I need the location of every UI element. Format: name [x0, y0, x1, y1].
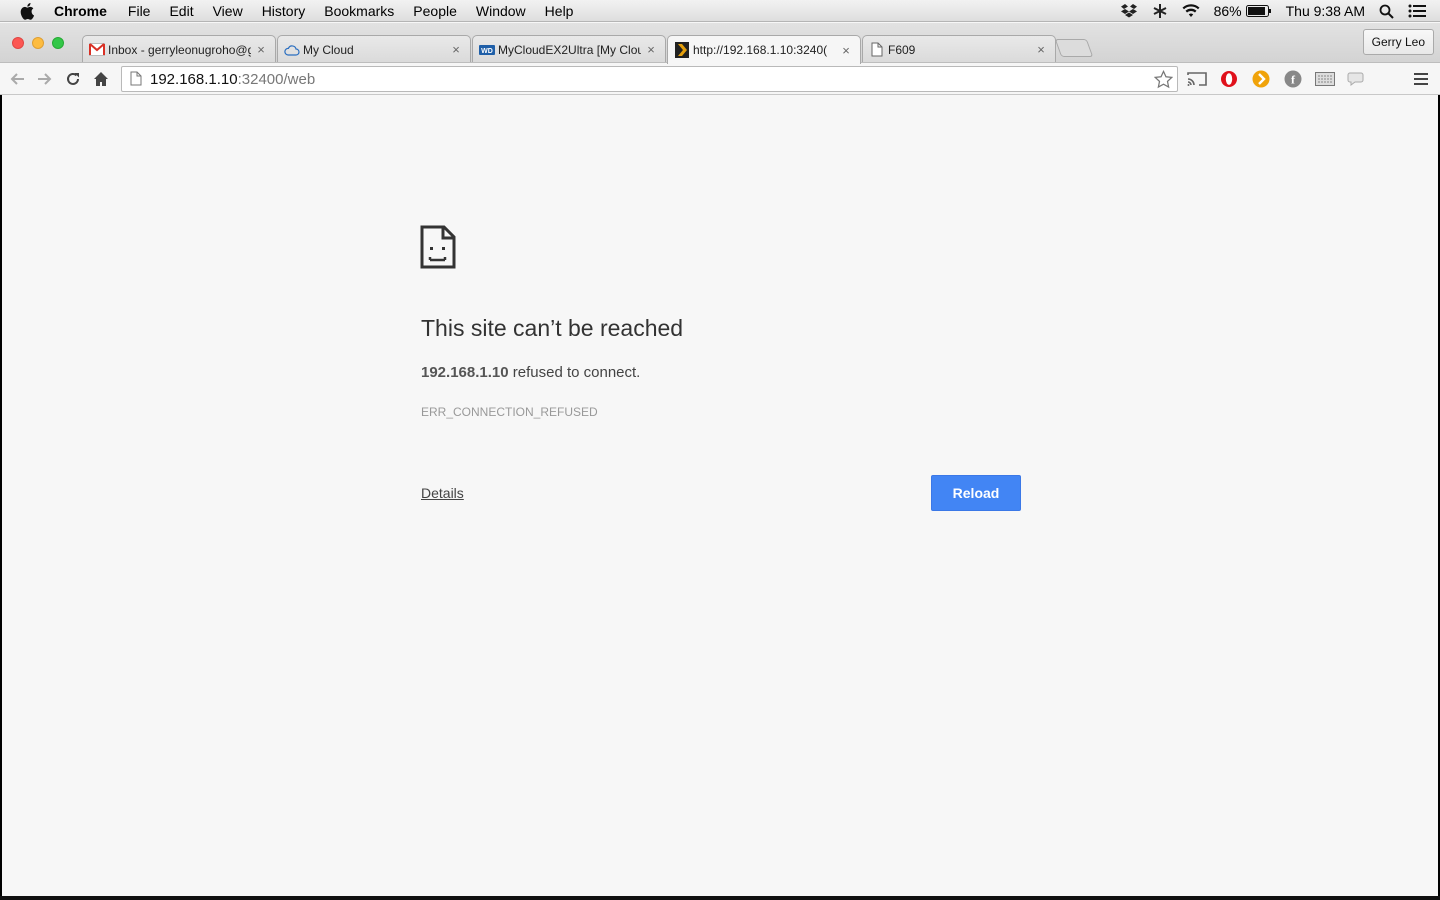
spotlight-icon[interactable] [1379, 4, 1394, 19]
error-message-suffix: refused to connect. [508, 364, 641, 381]
chrome-menu-icon[interactable] [1410, 68, 1432, 90]
battery-percent: 86% [1213, 3, 1242, 19]
plex-extension-icon[interactable] [1250, 68, 1272, 90]
error-title: This site can’t be reached [421, 315, 684, 341]
wifi-icon[interactable] [1182, 4, 1200, 18]
url-path: :32400/web [237, 70, 316, 88]
menu-people[interactable]: People [413, 3, 457, 19]
page-icon [869, 42, 885, 58]
menu-edit[interactable]: Edit [169, 3, 193, 19]
cloud-icon [284, 42, 300, 58]
menu-app-name[interactable]: Chrome [54, 3, 107, 19]
back-button[interactable] [6, 68, 28, 90]
tab-mycloud-ex2ultra[interactable]: WD MyCloudEX2Ultra [My Clou × [472, 35, 666, 63]
apple-icon[interactable] [20, 2, 38, 20]
menu-view[interactable]: View [213, 3, 243, 19]
bookmark-star-icon[interactable] [1153, 69, 1174, 93]
reload-toolbar-button[interactable] [62, 68, 84, 90]
keyboard-extension-icon[interactable] [1314, 68, 1336, 90]
info-extension-icon[interactable]: f [1282, 68, 1304, 90]
svg-text:WD: WD [481, 48, 493, 55]
tab-title: F609 [888, 42, 916, 57]
error-code: ERR_CONNECTION_REFUSED [421, 405, 598, 419]
tab-strip: Inbox - gerryleonugroho@g × My Cloud × W… [0, 23, 1440, 64]
clock[interactable]: Thu 9:38 AM [1286, 3, 1365, 19]
tab-title: Inbox - gerryleonugroho@g [108, 42, 251, 57]
chat-extension-icon[interactable] [1346, 68, 1368, 90]
tab-close-icon[interactable]: × [840, 43, 852, 58]
status-area: 86% Thu 9:38 AM [1106, 0, 1426, 22]
address-bar[interactable]: 192.168.1.10:32400/web [121, 66, 1178, 92]
reload-button[interactable]: Reload [931, 475, 1021, 511]
tab-title: http://192.168.1.10:3240( [693, 43, 828, 57]
menu-file[interactable]: File [128, 3, 151, 19]
tab-close-icon[interactable]: × [1035, 42, 1047, 57]
bluetooth-sync-icon[interactable] [1152, 3, 1168, 19]
sad-page-icon [420, 225, 456, 269]
tab-close-icon[interactable]: × [645, 42, 657, 57]
tab-close-icon[interactable]: × [450, 42, 462, 57]
window-bottom-edge [0, 896, 1440, 900]
menu-help[interactable]: Help [545, 3, 574, 19]
tab-title: MyCloudEX2Ultra [My Clou [498, 42, 641, 57]
home-button[interactable] [90, 68, 112, 90]
plex-icon [674, 42, 690, 58]
menu-bar: Chrome File Edit View History Bookmarks … [0, 0, 1440, 22]
window-zoom-button[interactable] [52, 37, 64, 49]
profile-button[interactable]: Gerry Leo [1362, 29, 1434, 55]
browser-toolbar: 192.168.1.10:32400/web f [0, 62, 1440, 95]
screen: Chrome File Edit View History Bookmarks … [0, 0, 1440, 900]
window-minimize-button[interactable] [32, 37, 44, 49]
page-info-icon[interactable] [130, 71, 144, 87]
menu-bookmarks[interactable]: Bookmarks [324, 3, 394, 19]
window-close-button[interactable] [12, 37, 24, 49]
tab-f609[interactable]: F609 × [862, 35, 1056, 63]
notification-center-icon[interactable] [1408, 4, 1426, 18]
details-link[interactable]: Details [421, 485, 464, 501]
tab-close-icon[interactable]: × [255, 42, 267, 57]
cast-icon[interactable] [1186, 68, 1208, 90]
tab-title: My Cloud [303, 42, 354, 57]
error-page: This site can’t be reached 192.168.1.10 … [0, 95, 1440, 896]
forward-button[interactable] [34, 68, 56, 90]
battery-icon[interactable] [1245, 5, 1272, 17]
tab-plex-web[interactable]: http://192.168.1.10:3240( × [667, 35, 861, 64]
tab-gmail-inbox[interactable]: Inbox - gerryleonugroho@g × [82, 35, 276, 63]
tab-my-cloud[interactable]: My Cloud × [277, 35, 471, 63]
dropbox-icon[interactable] [1120, 3, 1138, 19]
gmail-icon [89, 42, 105, 58]
error-message: 192.168.1.10 refused to connect. [421, 364, 640, 381]
new-tab-button[interactable] [1054, 39, 1094, 57]
opera-extension-icon[interactable] [1218, 68, 1240, 90]
wd-icon: WD [479, 42, 495, 58]
error-host: 192.168.1.10 [421, 364, 509, 381]
menu-history[interactable]: History [262, 3, 306, 19]
url-host: 192.168.1.10 [150, 70, 238, 88]
menu-window[interactable]: Window [476, 3, 526, 19]
